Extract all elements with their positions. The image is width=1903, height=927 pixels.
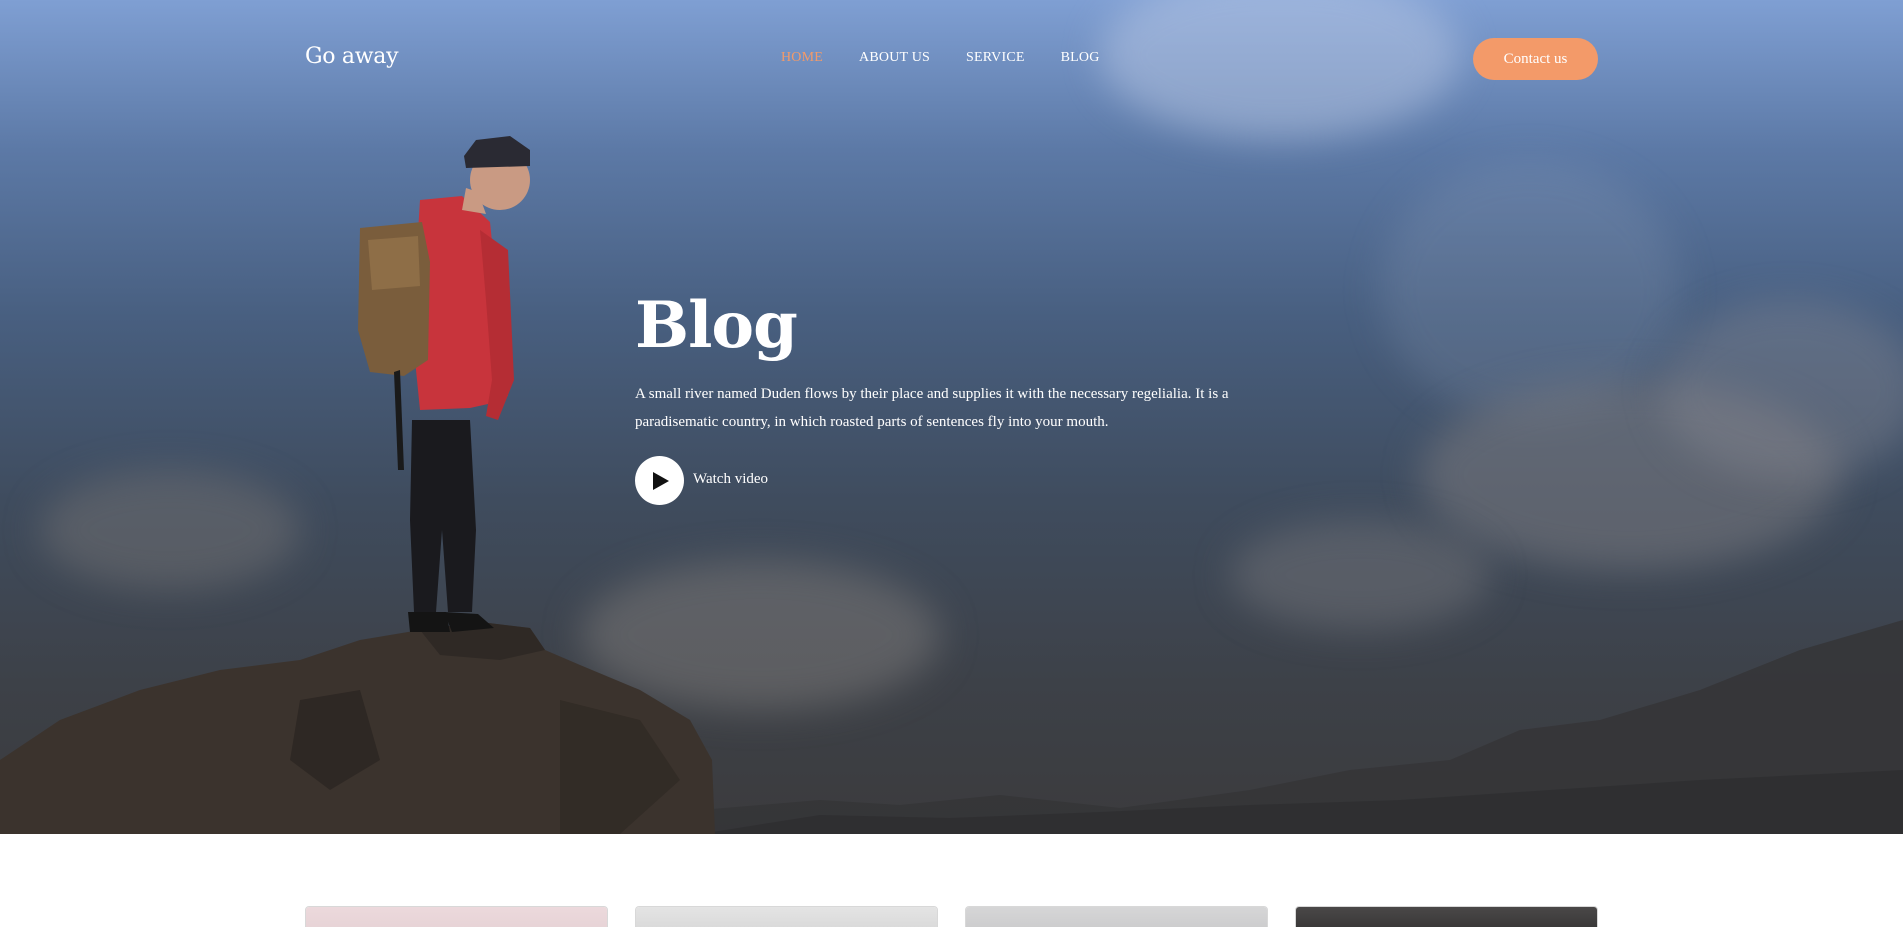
blog-card-list bbox=[305, 906, 1598, 927]
watch-video-label[interactable]: Watch video bbox=[693, 471, 768, 488]
contact-us-button[interactable]: Contact us bbox=[1473, 38, 1598, 80]
blog-card[interactable] bbox=[965, 906, 1268, 927]
play-icon bbox=[653, 471, 669, 490]
blog-card-image bbox=[306, 907, 607, 927]
hero-section: Go away HOME ABOUT US SERVICE BLOG Conta… bbox=[0, 0, 1903, 834]
hiker-figure bbox=[358, 136, 530, 632]
nav-item-about-us[interactable]: ABOUT US bbox=[859, 50, 930, 66]
blog-card-image bbox=[966, 907, 1267, 927]
nav-item-home[interactable]: HOME bbox=[781, 50, 823, 66]
main-nav: HOME ABOUT US SERVICE BLOG bbox=[781, 50, 1100, 66]
watch-video-button[interactable] bbox=[635, 456, 684, 505]
blog-card[interactable] bbox=[1295, 906, 1598, 927]
nav-item-blog[interactable]: BLOG bbox=[1061, 50, 1100, 66]
blog-card[interactable] bbox=[635, 906, 938, 927]
page-title: Blog bbox=[635, 288, 798, 363]
blog-card-image bbox=[636, 907, 937, 927]
nav-item-service[interactable]: SERVICE bbox=[966, 50, 1025, 66]
hero-description: A small river named Duden flows by their… bbox=[635, 386, 1229, 430]
brand-logo[interactable]: Go away bbox=[305, 44, 399, 69]
blog-card[interactable] bbox=[305, 906, 608, 927]
blog-card-image bbox=[1296, 907, 1597, 927]
